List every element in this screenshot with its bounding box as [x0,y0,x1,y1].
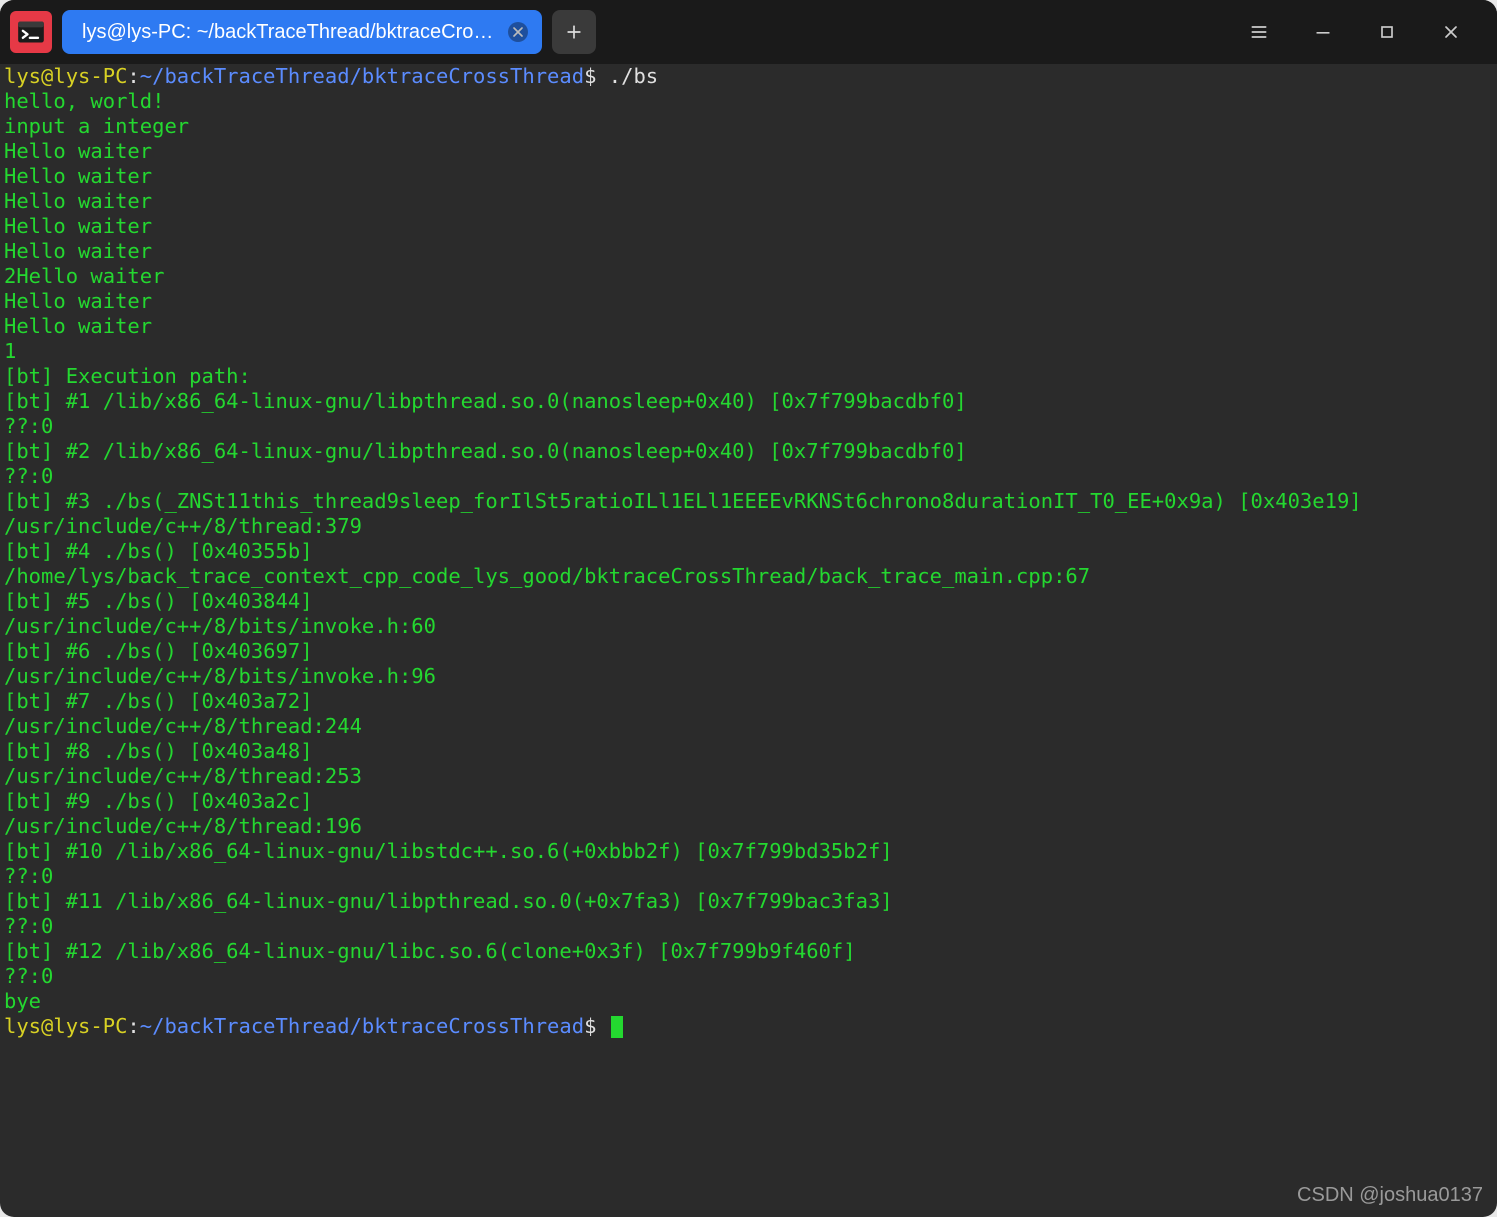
output-line: 1 [4,339,1493,364]
output-line: Hello waiter [4,239,1493,264]
prompt-path: ~/backTraceThread/bktraceCrossThread [140,64,584,88]
output-line: Hello waiter [4,214,1493,239]
titlebar: lys@lys-PC: ~/backTraceThread/bktraceCro… [0,0,1497,64]
maximize-button[interactable] [1371,16,1403,48]
output-line: [bt] #9 ./bs() [0x403a2c] [4,789,1493,814]
output-line: [bt] #10 /lib/x86_64-linux-gnu/libstdc++… [4,839,1493,864]
output-line: ??:0 [4,964,1493,989]
prompt-path: ~/backTraceThread/bktraceCrossThread [140,1014,584,1038]
prompt-dollar: $ [584,64,596,88]
plus-icon [564,22,584,42]
minimize-button[interactable] [1307,16,1339,48]
window-controls [1243,16,1487,48]
output-line: /home/lys/back_trace_context_cpp_code_ly… [4,564,1493,589]
terminal-icon [17,18,45,46]
output-line: /usr/include/c++/8/thread:196 [4,814,1493,839]
new-tab-button[interactable] [552,10,596,54]
tab-close-button[interactable] [508,22,528,42]
prompt-dollar: $ [584,1014,596,1038]
terminal-body[interactable]: lys@lys-PC:~/backTraceThread/bktraceCros… [0,64,1497,1217]
output-line: /usr/include/c++/8/bits/invoke.h:60 [4,614,1493,639]
output-line: [bt] #6 ./bs() [0x403697] [4,639,1493,664]
menu-button[interactable] [1243,16,1275,48]
tab-active[interactable]: lys@lys-PC: ~/backTraceThread/bktraceCro… [62,10,542,54]
output-line: [bt] #5 ./bs() [0x403844] [4,589,1493,614]
output-line: ??:0 [4,464,1493,489]
close-icon [513,27,523,37]
cursor [611,1016,623,1038]
output-line: [bt] #1 /lib/x86_64-linux-gnu/libpthread… [4,389,1493,414]
output-line: /usr/include/c++/8/bits/invoke.h:96 [4,664,1493,689]
output-line: Hello waiter [4,139,1493,164]
prompt-colon: : [127,1014,139,1038]
output-line: ??:0 [4,414,1493,439]
prompt-user-host: lys@lys-PC [4,64,127,88]
prompt-line: lys@lys-PC:~/backTraceThread/bktraceCros… [4,64,1493,89]
output-line: ??:0 [4,864,1493,889]
output-line: [bt] #8 ./bs() [0x403a48] [4,739,1493,764]
prompt-user-host: lys@lys-PC [4,1014,127,1038]
output-line: 2Hello waiter [4,264,1493,289]
output-line: [bt] #12 /lib/x86_64-linux-gnu/libc.so.6… [4,939,1493,964]
output-line: Hello waiter [4,289,1493,314]
output-line: ??:0 [4,914,1493,939]
output-line: /usr/include/c++/8/thread:253 [4,764,1493,789]
output-line: /usr/include/c++/8/thread:244 [4,714,1493,739]
entered-command: ./bs [596,64,658,88]
output-line: hello, world! [4,89,1493,114]
output-line: [bt] #4 ./bs() [0x40355b] [4,539,1493,564]
output-line: [bt] Execution path: [4,364,1493,389]
output-line: /usr/include/c++/8/thread:379 [4,514,1493,539]
tab-title: lys@lys-PC: ~/backTraceThread/bktraceCro… [82,21,498,44]
output-line: Hello waiter [4,189,1493,214]
output-line: Hello waiter [4,164,1493,189]
prompt-line: lys@lys-PC:~/backTraceThread/bktraceCros… [4,1014,1493,1039]
terminal-window: lys@lys-PC: ~/backTraceThread/bktraceCro… [0,0,1497,1217]
prompt-colon: : [127,64,139,88]
output-line: [bt] #2 /lib/x86_64-linux-gnu/libpthread… [4,439,1493,464]
output-line: [bt] #7 ./bs() [0x403a72] [4,689,1493,714]
window-close-button[interactable] [1435,16,1467,48]
close-icon [1441,22,1461,42]
minimize-icon [1313,22,1333,42]
app-icon [10,11,52,53]
output-line: [bt] #3 ./bs(_ZNSt11this_thread9sleep_fo… [4,489,1493,514]
hamburger-icon [1249,22,1269,42]
watermark: CSDN @joshua0137 [1297,1184,1483,1207]
output-line: bye [4,989,1493,1014]
maximize-icon [1377,22,1397,42]
output-line: Hello waiter [4,314,1493,339]
output-line: [bt] #11 /lib/x86_64-linux-gnu/libpthrea… [4,889,1493,914]
output-line: input a integer [4,114,1493,139]
